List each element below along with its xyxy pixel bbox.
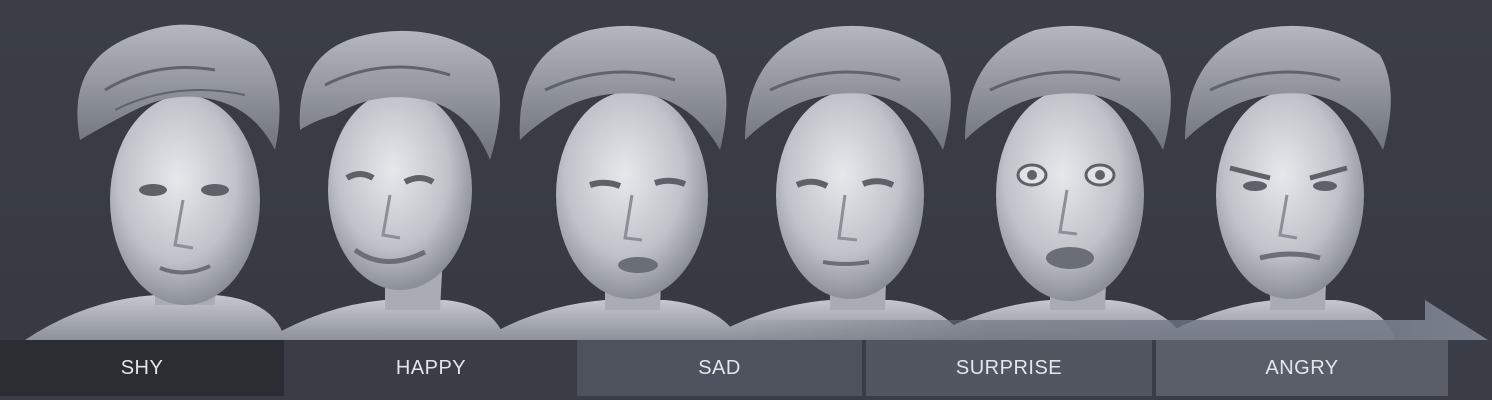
segment-sad-label: SAD (698, 356, 741, 379)
segment-sad[interactable]: SAD (577, 340, 862, 396)
segment-happy-label: HAPPY (395, 356, 467, 379)
segment-shy-label: SHY (120, 356, 164, 379)
face-sad (480, 25, 740, 340)
face-renders (25, 24, 1395, 340)
segment-happy[interactable]: HAPPY (288, 340, 574, 396)
expression-strip: SHY HAPPY SAD SURPRISE ANGRY (0, 0, 1492, 400)
segment-angry-label: ANGRY (1265, 356, 1339, 379)
segment-shy[interactable]: SHY (0, 340, 284, 396)
face-happy (265, 30, 505, 340)
segment-angry[interactable]: ANGRY (1156, 340, 1448, 396)
progress-arrow-icon (720, 300, 1488, 340)
expression-labels-bar: SHY HAPPY SAD SURPRISE ANGRY (0, 340, 1492, 400)
face-surprise (925, 25, 1185, 340)
face-angry (1155, 25, 1395, 340)
segment-surprise-label: SURPRISE (955, 356, 1063, 379)
face-neutral (705, 25, 965, 340)
face-shy (25, 24, 285, 340)
segment-surprise[interactable]: SURPRISE (866, 340, 1152, 396)
